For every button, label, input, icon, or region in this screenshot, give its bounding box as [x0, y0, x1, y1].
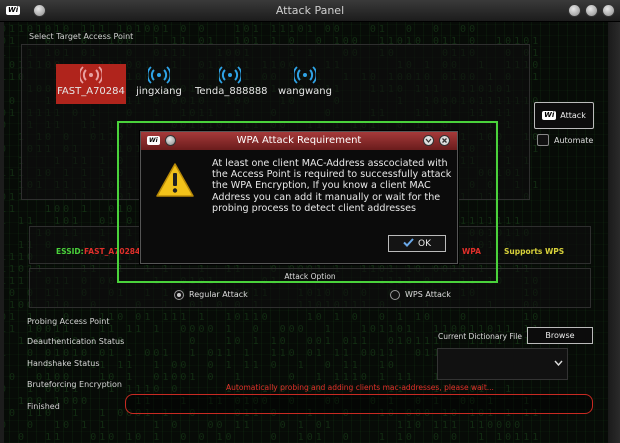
dictionary-label: Current Dictionary File — [438, 332, 522, 341]
check-icon — [403, 237, 414, 250]
wifi-icon — [217, 66, 243, 84]
essid-label: ESSID: — [56, 247, 84, 256]
minimize-button[interactable] — [568, 4, 581, 17]
ap-name: FAST_A70284 — [57, 86, 125, 97]
wifi-icon — [146, 66, 172, 84]
ap-item-fast[interactable]: FAST_A70284 — [56, 66, 126, 97]
browse-button[interactable]: Browse — [527, 327, 593, 344]
status-finished: Finished — [27, 402, 60, 411]
ap-item-wangwang[interactable]: wangwang — [270, 66, 340, 97]
ap-name: jingxiang — [136, 86, 182, 97]
regular-attack-radio[interactable] — [174, 290, 184, 300]
ok-button-label: OK — [418, 238, 431, 249]
close-button[interactable] — [602, 4, 615, 17]
progress-bar — [125, 394, 593, 414]
attack-button-label: Attack — [560, 111, 586, 120]
dialog-title: WPA Attack Requirement — [236, 135, 362, 146]
status-handshake: Handshake Status — [27, 359, 100, 368]
regular-attack-label: Regular Attack — [189, 290, 248, 299]
chevron-down-icon — [554, 359, 563, 368]
dialog-close-button[interactable] — [439, 135, 450, 146]
ap-name: Tenda_888888 — [195, 86, 268, 97]
window-title: Attack Panel — [275, 4, 345, 17]
wifi-icon — [78, 66, 104, 84]
automate-label: Automate — [554, 136, 594, 145]
wpa-requirement-dialog: Wi WPA Attack Requirement At least one c… — [140, 131, 458, 264]
dialog-ok-button[interactable]: OK — [388, 235, 446, 252]
warning-icon — [155, 162, 195, 200]
wifi-icon — [292, 66, 318, 84]
target-section-label: Select Target Access Point — [29, 32, 134, 41]
dialog-titlebar: Wi WPA Attack Requirement — [141, 132, 457, 150]
dictionary-select[interactable] — [437, 348, 568, 380]
status-probing: Probing Access Point — [27, 317, 110, 326]
status-deauthentication: Deauthentication Status — [27, 337, 125, 346]
maximize-button[interactable] — [585, 4, 598, 17]
window-left-border — [0, 22, 4, 443]
status-message: Automatically probing and adding clients… — [226, 383, 494, 392]
dialog-message: At least one client MAC-Address asscocia… — [212, 158, 452, 214]
attack-button[interactable]: Wi Attack — [534, 102, 594, 129]
wps-attack-label: WPS Attack — [405, 290, 451, 299]
dialog-minimize-button[interactable] — [423, 135, 434, 146]
window-right-border — [608, 22, 620, 443]
wps-attack-radio[interactable] — [390, 290, 400, 300]
window-titlebar: Wi Attack Panel — [0, 0, 620, 22]
ap-name: wangwang — [278, 86, 332, 97]
wps-support-label: Supports WPS — [504, 247, 565, 256]
automate-checkbox[interactable] — [537, 134, 549, 146]
ap-item-jingxiang[interactable]: jingxiang — [124, 66, 194, 97]
ap-item-tenda[interactable]: Tenda_888888 — [195, 66, 268, 97]
wifi-logo-icon: Wi — [542, 111, 557, 120]
